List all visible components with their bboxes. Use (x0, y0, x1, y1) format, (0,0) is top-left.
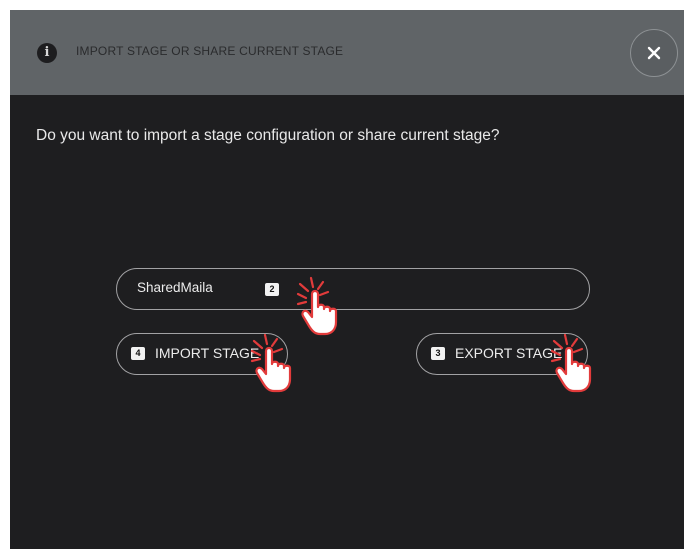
share-name-value: SharedMaila (137, 280, 213, 295)
dialog-question: Do you want to import a stage configurat… (36, 127, 500, 144)
export-stage-button[interactable]: 3 EXPORT STAGE (416, 333, 588, 375)
export-stage-label: EXPORT STAGE (455, 345, 563, 361)
dialog-title: IMPORT STAGE OR SHARE CURRENT STAGE (76, 44, 344, 58)
import-stage-button[interactable]: 4 IMPORT STAGE (116, 333, 288, 375)
share-stage-dialog: i IMPORT STAGE OR SHARE CURRENT STAGE Do… (10, 10, 684, 549)
step-badge-4: 4 (131, 347, 145, 360)
dialog-header: i IMPORT STAGE OR SHARE CURRENT STAGE (10, 10, 684, 95)
step-badge-3: 3 (431, 347, 445, 360)
close-icon (647, 46, 661, 60)
close-button[interactable] (630, 29, 678, 77)
info-icon: i (37, 43, 57, 63)
import-stage-label: IMPORT STAGE (155, 345, 260, 361)
share-name-input[interactable]: SharedMaila 2 (116, 268, 590, 310)
step-badge-2: 2 (265, 283, 279, 296)
